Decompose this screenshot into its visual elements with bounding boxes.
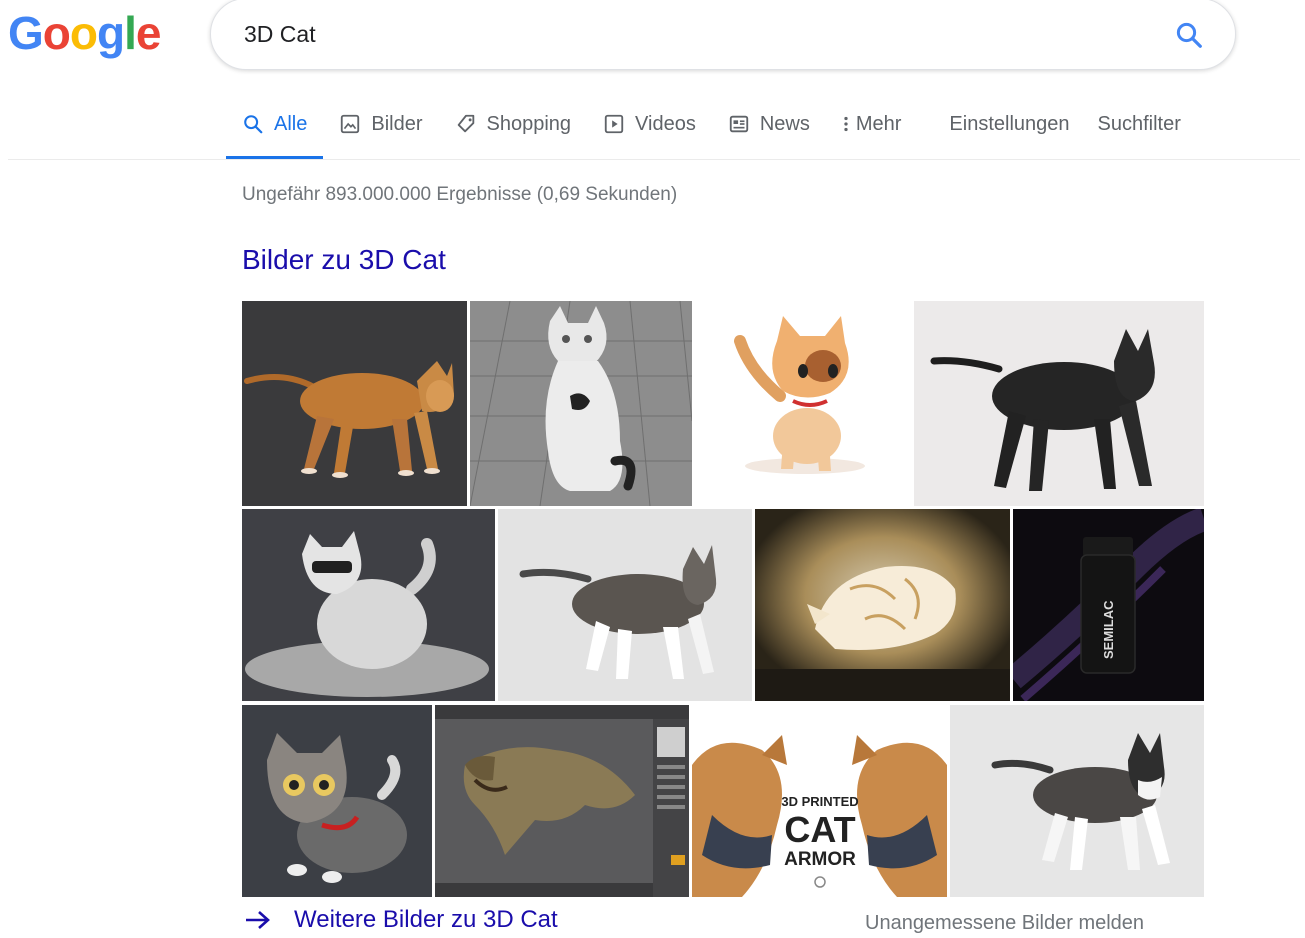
t-rex-image (435, 705, 689, 897)
more-vert-icon (844, 116, 848, 132)
image-thumbnail[interactable] (242, 509, 495, 701)
result-stats: Ungefähr 893.000.000 Ergebnisse (0,69 Se… (242, 184, 678, 205)
tabby-cat-image (498, 509, 752, 701)
image-thumbnail[interactable] (755, 509, 1010, 701)
tab-label: Videos (635, 112, 696, 135)
cartoon-kitten-image (695, 301, 911, 506)
google-logo[interactable]: Google (8, 7, 162, 59)
arrow-right-icon (246, 911, 270, 929)
tab-label: Mehr (855, 112, 902, 135)
tab-label: Einstellungen (949, 112, 1070, 135)
tabs-divider (8, 159, 1300, 160)
orange-cat-image (242, 301, 467, 506)
report-images-link[interactable]: Unangemessene Bilder melden (865, 912, 1144, 935)
image-thumbnail[interactable] (470, 301, 692, 506)
glowing-cat-image (755, 509, 1010, 701)
tab-label: Alle (274, 112, 308, 135)
search-button[interactable] (1171, 17, 1207, 53)
tag-icon (457, 114, 474, 133)
image-icon (341, 114, 360, 134)
image-thumbnail[interactable] (242, 705, 432, 897)
tab-suchfilter[interactable]: Suchfilter (1080, 100, 1199, 148)
tab-label: Suchfilter (1097, 112, 1181, 135)
semilac-label: SEMILAC (1101, 600, 1116, 659)
armor-line3: ARMOR (784, 849, 856, 870)
logo-letter: o (69, 7, 98, 59)
tab-alle[interactable]: Alle (226, 100, 324, 159)
image-thumbnail[interactable] (950, 705, 1204, 897)
search-tabs: Alle Bilder Shopping Videos News Mehr Ei… (226, 100, 1199, 160)
newspaper-icon (729, 115, 748, 133)
image-thumbnail[interactable] (914, 301, 1204, 506)
tab-videos[interactable]: Videos (587, 100, 712, 148)
logo-letter: g (97, 7, 125, 59)
logo-letter: e (135, 7, 162, 59)
tab-mehr[interactable]: Mehr (826, 100, 918, 148)
image-thumbnail[interactable]: SEMILAC (1013, 509, 1204, 701)
logo-letter: l (124, 7, 137, 59)
search-input[interactable] (244, 19, 1144, 49)
logo-letter: o (42, 7, 71, 59)
nail-polish-image: SEMILAC (1013, 509, 1204, 701)
search-box (210, 0, 1236, 70)
tab-label: Bilder (371, 112, 423, 135)
search-icon (244, 115, 263, 134)
tab-news[interactable]: News (712, 100, 826, 148)
armor-line2: CAT (784, 809, 855, 850)
black-cat-image (914, 301, 1204, 506)
tab-shopping[interactable]: Shopping (439, 100, 588, 148)
cat-armor-image: 3D PRINTED CAT ARMOR (692, 705, 947, 897)
clay-cat-image (242, 509, 495, 701)
image-thumbnail[interactable] (242, 301, 467, 506)
image-thumbnail[interactable] (498, 509, 752, 701)
image-thumbnail[interactable]: 3D PRINTED CAT ARMOR (692, 705, 947, 897)
tab-label: News (759, 112, 810, 135)
tab-einstellungen[interactable]: Einstellungen (939, 100, 1079, 148)
bw-cat-image (950, 705, 1204, 897)
search-icon (1176, 22, 1202, 48)
cartoon-tabby-image (242, 705, 432, 897)
tab-label: Shopping (486, 112, 572, 135)
tab-bilder[interactable]: Bilder (323, 100, 438, 148)
image-thumbnail[interactable] (435, 705, 689, 897)
images-section-title[interactable]: Bilder zu 3D Cat (242, 244, 446, 276)
logo-letter: G (8, 7, 44, 59)
white-cat-image (470, 301, 692, 506)
armor-line1: 3D PRINTED (781, 794, 858, 809)
play-icon (604, 114, 624, 134)
more-images-link[interactable]: Weitere Bilder zu 3D Cat (244, 906, 558, 934)
image-thumbnail[interactable] (695, 301, 911, 506)
more-images-label: Weitere Bilder zu 3D Cat (294, 906, 558, 933)
